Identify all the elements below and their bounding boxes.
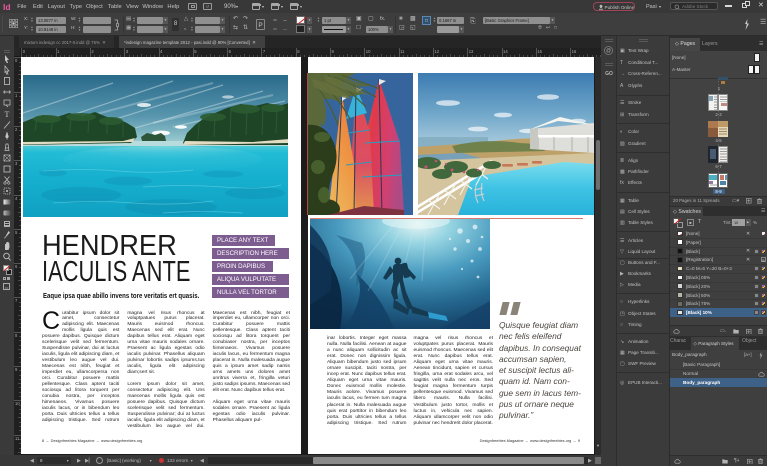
svg-text:T: T xyxy=(5,110,10,119)
